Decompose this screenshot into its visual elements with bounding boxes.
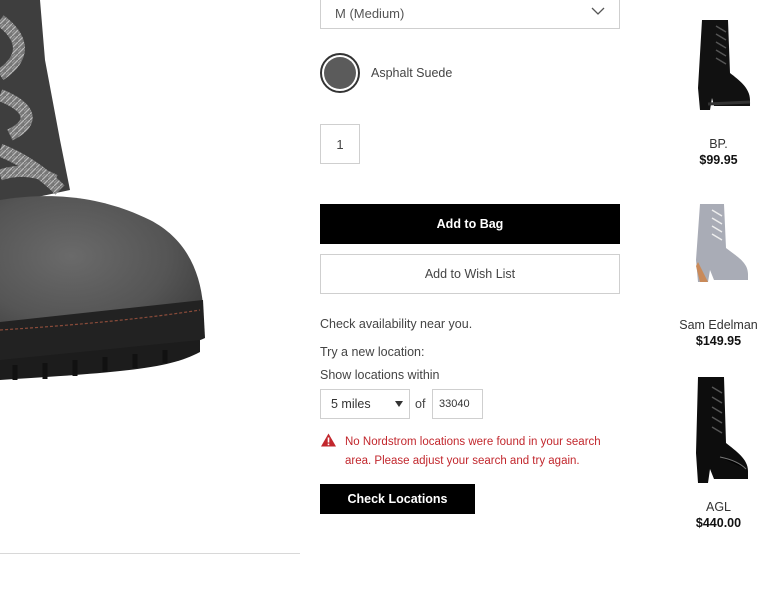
product-thumbnail[interactable] bbox=[684, 200, 754, 285]
product-thumbnail[interactable] bbox=[684, 373, 754, 488]
size-select[interactable]: M (Medium) bbox=[320, 0, 620, 29]
recommendation-brand[interactable]: Sam Edelman bbox=[666, 318, 771, 332]
chevron-down-icon bbox=[591, 7, 605, 15]
color-swatch-fill bbox=[324, 57, 356, 89]
try-location-text: Try a new location: bbox=[320, 345, 425, 359]
show-within-text: Show locations within bbox=[320, 368, 440, 382]
error-message: No Nordstrom locations were found in you… bbox=[320, 433, 620, 471]
color-name: Asphalt Suede bbox=[371, 66, 453, 80]
product-page: M (Medium) Asphalt Suede 1 Add to Bag Ad… bbox=[0, 0, 771, 589]
add-to-bag-button[interactable]: Add to Bag bbox=[320, 204, 620, 244]
availability-text: Check availability near you. bbox=[320, 317, 473, 331]
recommendation-price: $99.95 bbox=[699, 153, 738, 167]
size-select-value: M (Medium) bbox=[335, 6, 405, 21]
triangle-down-icon bbox=[395, 401, 403, 407]
of-label: of bbox=[415, 397, 426, 411]
recommendation-price: $149.95 bbox=[695, 334, 742, 348]
color-swatch[interactable] bbox=[320, 53, 360, 93]
radius-select[interactable]: 5 miles bbox=[320, 389, 410, 419]
recommendation-item[interactable]: Sam Edelman $149.95 bbox=[666, 200, 771, 348]
error-text: No Nordstrom locations were found in you… bbox=[345, 436, 601, 467]
recommendation-brand[interactable]: AGL bbox=[666, 500, 771, 514]
recommendation-brand[interactable]: BP. bbox=[666, 137, 771, 151]
quantity-value: 1 bbox=[336, 136, 344, 152]
add-to-wishlist-button[interactable]: Add to Wish List bbox=[320, 254, 620, 294]
warning-icon bbox=[321, 433, 336, 447]
recommendation-item[interactable]: AGL $440.00 bbox=[666, 373, 771, 530]
check-locations-button[interactable]: Check Locations bbox=[320, 484, 475, 514]
image-divider bbox=[0, 553, 300, 554]
product-image[interactable] bbox=[0, 0, 300, 420]
zip-code-input[interactable] bbox=[432, 389, 483, 419]
add-to-bag-label: Add to Bag bbox=[436, 217, 504, 231]
quantity-field[interactable]: 1 bbox=[320, 124, 360, 164]
recommendation-price: $440.00 bbox=[695, 516, 742, 530]
check-locations-label: Check Locations bbox=[347, 492, 448, 506]
recommendation-item[interactable]: BP. $99.95 bbox=[666, 18, 771, 167]
product-thumbnail[interactable] bbox=[684, 18, 754, 113]
radius-value: 5 miles bbox=[331, 397, 371, 411]
color-option: Asphalt Suede bbox=[320, 53, 452, 93]
add-to-wishlist-label: Add to Wish List bbox=[424, 267, 516, 281]
